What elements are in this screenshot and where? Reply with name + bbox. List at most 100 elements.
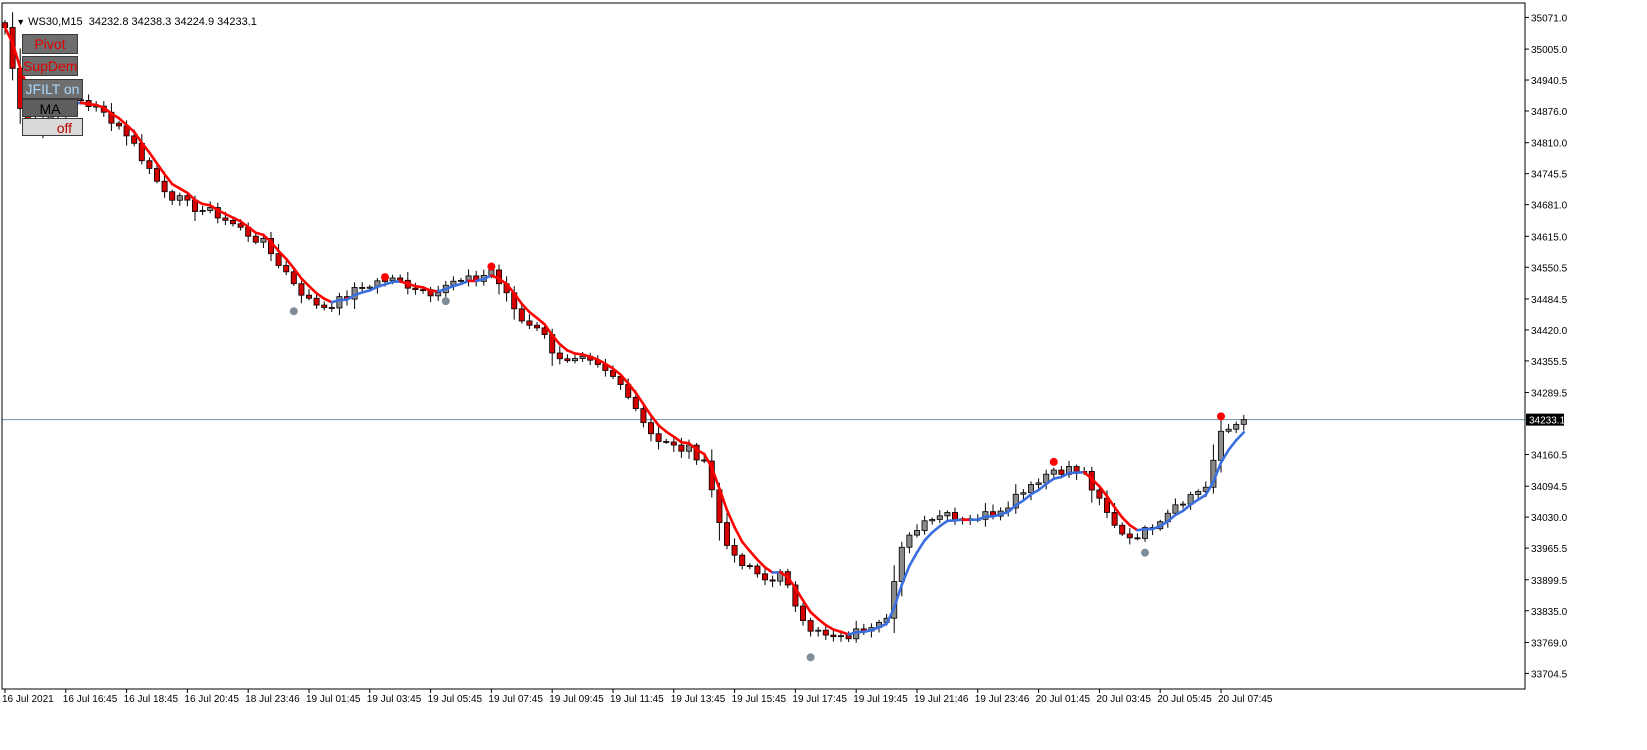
y-tick-label: 34420.0 [1531,326,1568,337]
x-tick-label: 19 Jul 23:46 [975,694,1030,705]
candle-body [671,442,676,445]
pivot-low-dot [1141,549,1149,557]
candle-body [641,409,646,423]
x-tick-label: 20 Jul 05:45 [1157,694,1212,705]
candle-body [1234,424,1239,429]
candle-body [1135,538,1140,539]
candle-body [1173,505,1178,513]
candle-body [1112,512,1117,525]
y-tick-label: 35071.0 [1531,13,1568,24]
collapse-triangle-icon[interactable]: ▼ [16,17,25,27]
candle-body [367,287,372,288]
candle-body [1218,431,1223,460]
x-tick-label: 19 Jul 15:45 [732,694,787,705]
ohlc-values: 34232.8 34238.3 34224.9 34233.1 [89,16,257,28]
x-tick-label: 16 Jul 2021 [2,694,54,705]
pivot-high-dot [1217,412,1225,420]
candle-body [557,353,562,359]
candle-body [1226,429,1231,431]
candle-body [648,423,653,434]
y-tick-label: 34289.5 [1531,389,1568,400]
y-tick-label: 34940.5 [1531,76,1568,87]
x-tick-label: 19 Jul 05:45 [428,694,483,705]
candle-body [914,530,919,535]
candle-body [534,325,539,328]
candle-body [200,210,205,211]
candle-body [945,512,950,515]
candle-body [899,547,904,581]
candle-body [823,630,828,635]
candle-body [816,630,821,631]
x-tick-label: 20 Jul 03:45 [1096,694,1151,705]
y-tick-label: 33704.5 [1531,669,1568,680]
y-tick-label: 34094.5 [1531,482,1568,493]
off-button[interactable]: off [22,118,83,136]
x-tick-label: 19 Jul 03:45 [367,694,422,705]
pivot-low-dot [807,653,815,661]
candle-body [724,523,729,546]
current-price-label: 34233.1 [1529,416,1566,427]
pivot-high-dot [1050,458,1058,466]
candle-body [1097,490,1102,498]
candle-body [306,295,311,298]
candle-body [572,359,577,361]
candle-body [762,574,767,580]
candle-body [78,100,83,101]
x-tick-label: 16 Jul 20:45 [184,694,239,705]
jfilt-button[interactable]: JFILT on [22,79,83,99]
candle-body [907,535,912,547]
candle-body [360,287,365,288]
candle-body [633,397,638,408]
x-tick-label: 19 Jul 13:45 [671,694,726,705]
ma-button[interactable]: MA [22,99,78,117]
x-tick-label: 19 Jul 07:45 [488,694,543,705]
x-tick-label: 18 Jul 23:46 [245,694,300,705]
candle-body [527,321,532,325]
candle-body [253,236,258,242]
candle-body [413,288,418,289]
pivot-button[interactable]: Pivot [22,34,78,54]
supdem-button[interactable]: SupDem [22,56,78,76]
candle-body [952,512,957,519]
pivot-low-dot [442,297,450,305]
candle-body [755,566,760,574]
candle-body [1196,491,1201,494]
candle-body [177,196,182,201]
x-tick-label: 19 Jul 01:45 [306,694,361,705]
candle-body [937,516,942,520]
candle-body [261,238,266,242]
symbol-timeframe: WS30,M15 [28,16,82,28]
candle-body [846,636,851,639]
candle-body [930,519,935,520]
candle-body [299,284,304,295]
candle-body [747,566,752,567]
candle-body [276,254,281,266]
x-tick-label: 19 Jul 11:45 [610,694,664,705]
candle-body [740,555,745,565]
candle-body [808,621,813,632]
candle-body [1028,485,1033,493]
candle-body [702,460,707,461]
y-tick-label: 34615.0 [1531,232,1568,243]
y-tick-label: 34810.0 [1531,139,1568,150]
candle-body [420,290,425,291]
pivot-high-dot [381,273,389,281]
x-tick-label: 16 Jul 16:45 [63,694,118,705]
candle-body [329,307,334,308]
pivot-high-dot [487,263,495,271]
candle-body [230,220,235,223]
y-tick-label: 33769.0 [1531,638,1568,649]
candle-body [1241,420,1246,425]
candle-body [223,218,228,220]
price-chart[interactable]: 35071.035005.034940.534876.034810.034745… [0,0,1647,745]
x-tick-label: 19 Jul 19:45 [853,694,908,705]
candle-body [679,445,684,451]
candle-body [1021,493,1026,495]
candle-body [291,272,296,284]
candle-body [656,434,661,442]
candle-body [770,580,775,581]
candle-body [284,266,289,272]
x-tick-label: 19 Jul 09:45 [549,694,604,705]
chart-window[interactable]: 35071.035005.034940.534876.034810.034745… [0,0,1647,745]
candle-body [1036,483,1041,485]
